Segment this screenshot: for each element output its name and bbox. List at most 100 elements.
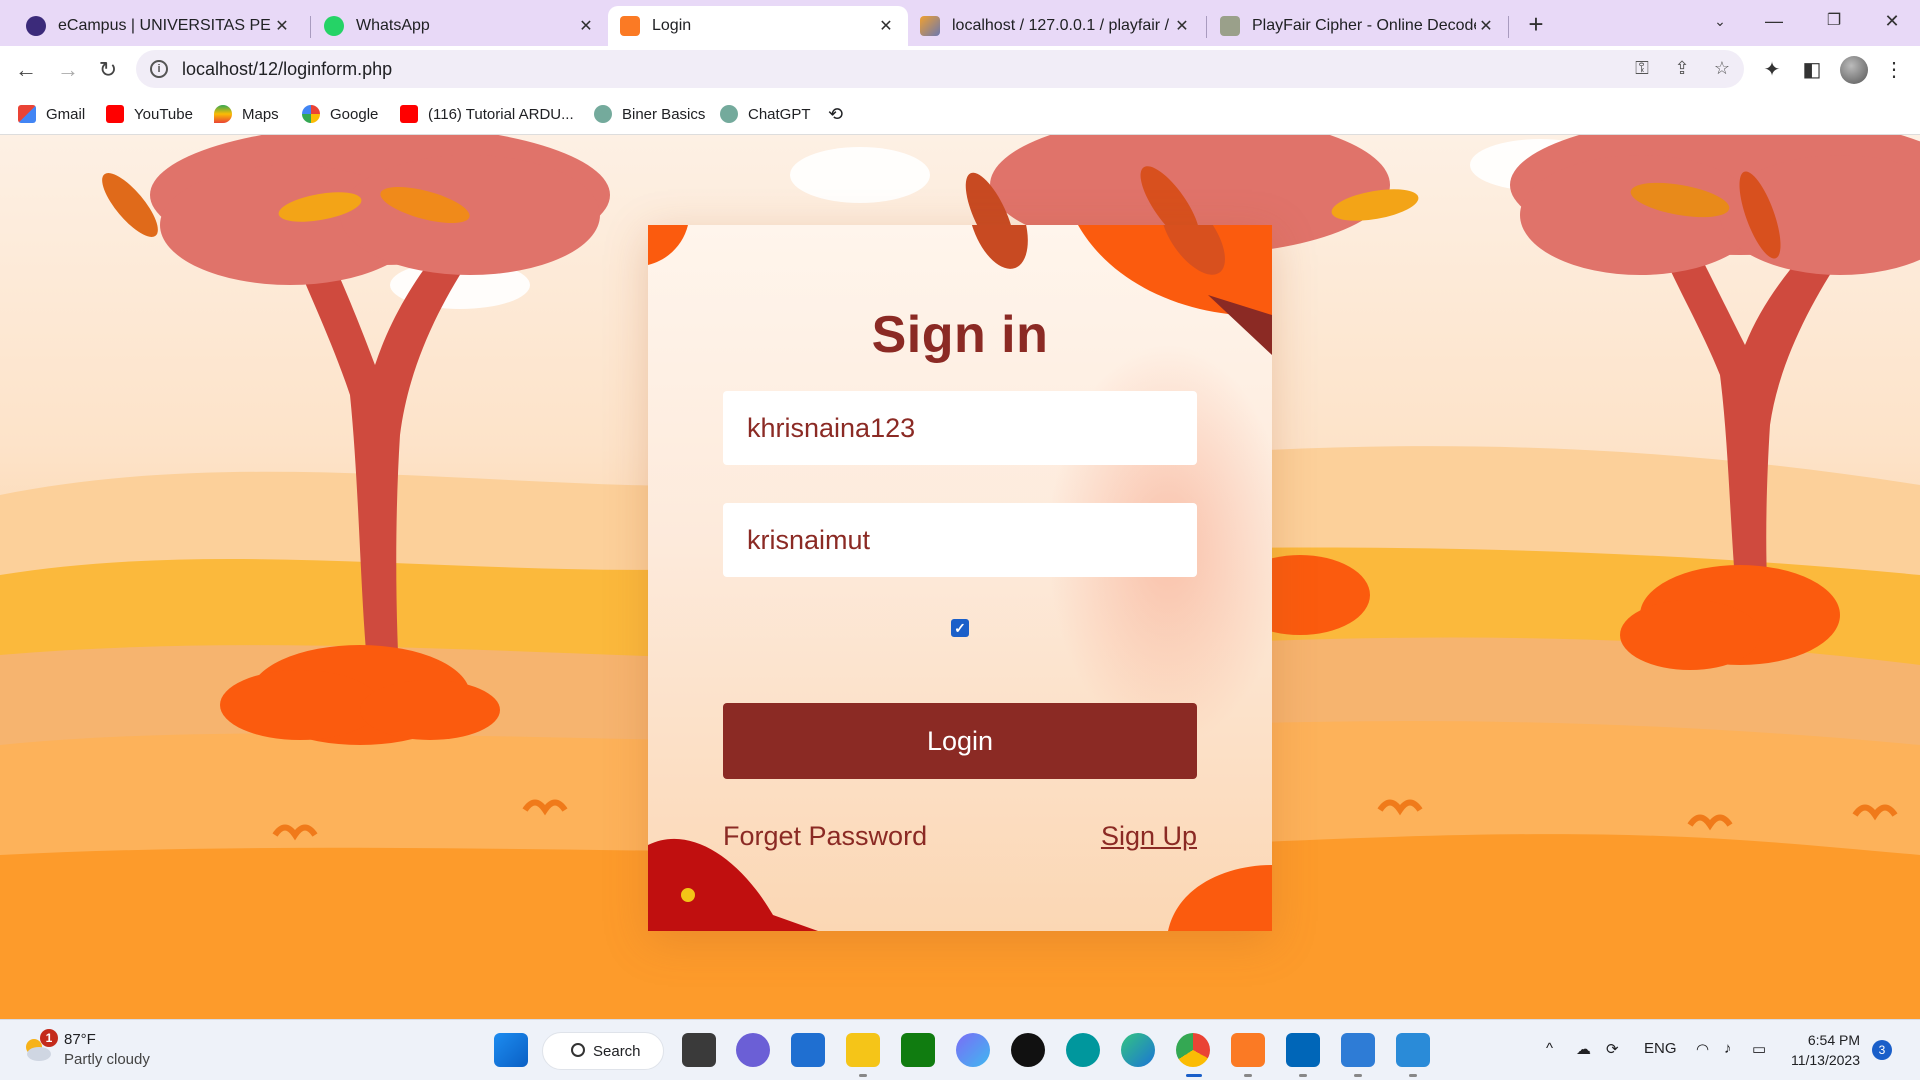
- wifi-icon[interactable]: ◠: [1696, 1040, 1709, 1058]
- vscode-icon[interactable]: [1286, 1033, 1320, 1067]
- battery-icon[interactable]: ▭: [1752, 1040, 1766, 1058]
- running-indicator: [1244, 1074, 1252, 1077]
- tiktok-icon[interactable]: [1011, 1033, 1045, 1067]
- extensions-icon[interactable]: ✦: [1760, 58, 1784, 82]
- tab-divider: [1206, 16, 1207, 38]
- chrome-icon[interactable]: [1176, 1033, 1210, 1067]
- windows-start-icon[interactable]: [494, 1033, 528, 1067]
- whatsapp-icon: [324, 16, 344, 36]
- system-clock[interactable]: 6:54 PM 11/13/2023: [1790, 1030, 1860, 1070]
- maps-icon: [214, 105, 232, 123]
- tab-ecampus[interactable]: eCampus | UNIVERSITAS PELITA ✕: [14, 6, 304, 46]
- reload-button[interactable]: ↻: [92, 54, 124, 86]
- clock-date: 11/13/2023: [1790, 1052, 1860, 1068]
- google-icon: [302, 105, 320, 123]
- arduino-icon[interactable]: [1066, 1033, 1100, 1067]
- notification-badge[interactable]: 3: [1872, 1040, 1892, 1060]
- tab-title: PlayFair Cipher - Online Decoder: [1252, 17, 1476, 34]
- university-icon: [26, 16, 46, 36]
- tab-playfair-decoder[interactable]: PlayFair Cipher - Online Decoder ✕: [1208, 6, 1508, 46]
- taskbar-search[interactable]: Search: [542, 1032, 664, 1070]
- file-explorer-icon[interactable]: [846, 1033, 880, 1067]
- password-field[interactable]: [723, 503, 1197, 577]
- dcode-icon: [1220, 16, 1240, 36]
- tab-login[interactable]: Login ✕: [608, 6, 908, 46]
- login-button[interactable]: Login: [723, 703, 1197, 779]
- new-tab-button[interactable]: +: [1520, 8, 1552, 40]
- weather-alert-badge: 1: [40, 1029, 58, 1047]
- teams-chat-icon[interactable]: [736, 1033, 770, 1067]
- tab-title: WhatsApp: [356, 17, 430, 34]
- username-field[interactable]: [723, 391, 1197, 465]
- key-icon[interactable]: ⚿: [1630, 56, 1654, 80]
- tab-search-chevron-icon[interactable]: ⌄: [1692, 4, 1748, 38]
- weather-condition: Partly cloudy: [64, 1051, 150, 1068]
- tab-whatsapp[interactable]: WhatsApp ✕: [312, 6, 608, 46]
- running-indicator: [859, 1074, 867, 1077]
- close-icon[interactable]: ✕: [272, 16, 292, 36]
- language-indicator[interactable]: ENG: [1644, 1040, 1677, 1057]
- address-url: localhost/12/loginform.php: [182, 58, 393, 79]
- close-window-button[interactable]: ✕: [1864, 4, 1920, 38]
- close-icon[interactable]: ✕: [576, 16, 596, 36]
- microsoft-store-icon[interactable]: [791, 1033, 825, 1067]
- edge-icon[interactable]: [1121, 1033, 1155, 1067]
- browser-toolbar: ← → ↻ i localhost/12/loginform.php ⚿ ⇪ ☆…: [0, 46, 1920, 93]
- volume-icon[interactable]: ♪: [1724, 1040, 1732, 1057]
- address-bar[interactable]: i localhost/12/loginform.php: [136, 50, 1744, 88]
- forget-password-link[interactable]: Forget Password: [723, 821, 927, 852]
- bookmark-gmail[interactable]: Gmail: [18, 103, 85, 125]
- tab-title: eCampus | UNIVERSITAS PELITA: [58, 17, 272, 34]
- back-button[interactable]: ←: [10, 54, 42, 86]
- youtube-icon: [400, 105, 418, 123]
- sync-icon[interactable]: ⟳: [1606, 1040, 1619, 1058]
- bookmark-star-icon[interactable]: ☆: [1710, 56, 1734, 80]
- tab-phpmyadmin[interactable]: localhost / 127.0.0.1 / playfair / u ✕: [908, 6, 1204, 46]
- onedrive-icon[interactable]: ☁: [1576, 1040, 1591, 1058]
- search-icon: [571, 1043, 585, 1057]
- bookmark-label: Maps: [242, 105, 279, 123]
- paint-icon[interactable]: [1396, 1033, 1430, 1067]
- bookmark-google[interactable]: Google: [302, 103, 378, 125]
- notepad-icon[interactable]: [1341, 1033, 1375, 1067]
- tab-title: localhost / 127.0.0.1 / playfair / u: [952, 17, 1172, 34]
- xbox-icon[interactable]: [901, 1033, 935, 1067]
- clock-time: 6:54 PM: [1807, 1032, 1860, 1048]
- xampp-icon: [620, 16, 640, 36]
- profile-avatar[interactable]: [1840, 56, 1868, 84]
- bookmark-label: (116) Tutorial ARDU...: [428, 105, 574, 123]
- weather-temp: 87°F: [64, 1031, 96, 1048]
- running-indicator: [1299, 1074, 1307, 1077]
- bookmark-label: ChatGPT: [748, 105, 811, 123]
- share-icon[interactable]: ⇪: [1670, 56, 1694, 80]
- bookmark-tutorial-arduino[interactable]: (116) Tutorial ARDU...: [400, 103, 574, 125]
- minimize-button[interactable]: —: [1746, 4, 1802, 38]
- restore-button[interactable]: ❐: [1806, 4, 1862, 38]
- forward-button[interactable]: →: [52, 54, 84, 86]
- remember-checkbox[interactable]: ✓: [951, 619, 969, 637]
- page-content: Sign in ✓ Login Forget Password Sign Up: [0, 135, 1920, 1019]
- bookmark-label: YouTube: [134, 105, 193, 123]
- close-icon[interactable]: ✕: [1172, 16, 1192, 36]
- page-title: Sign in: [871, 306, 1049, 364]
- tray-overflow-chevron-icon[interactable]: ^: [1546, 1040, 1553, 1057]
- tab-strip: eCampus | UNIVERSITAS PELITA ✕ WhatsApp …: [0, 0, 1920, 46]
- history-icon[interactable]: ⟲: [828, 103, 843, 125]
- gmail-icon: [18, 105, 36, 123]
- task-view-icon[interactable]: [682, 1033, 716, 1067]
- close-icon[interactable]: ✕: [1476, 16, 1496, 36]
- sign-up-link[interactable]: Sign Up: [1101, 821, 1197, 852]
- menu-kebab-icon[interactable]: ⋮: [1882, 58, 1906, 82]
- site-info-icon[interactable]: i: [150, 60, 168, 78]
- bookmark-chatgpt[interactable]: ChatGPT: [720, 103, 811, 125]
- bookmark-maps[interactable]: Maps: [214, 103, 279, 125]
- close-icon[interactable]: ✕: [876, 16, 896, 36]
- bookmark-label: Biner Basics: [622, 105, 706, 123]
- copilot-icon[interactable]: [956, 1033, 990, 1067]
- bookmark-youtube[interactable]: YouTube: [106, 103, 193, 125]
- side-panel-icon[interactable]: ◧: [1800, 58, 1824, 82]
- xampp-icon[interactable]: [1231, 1033, 1265, 1067]
- active-indicator: [1186, 1074, 1202, 1077]
- youtube-icon: [106, 105, 124, 123]
- bookmark-biner-basics[interactable]: Biner Basics: [594, 103, 705, 125]
